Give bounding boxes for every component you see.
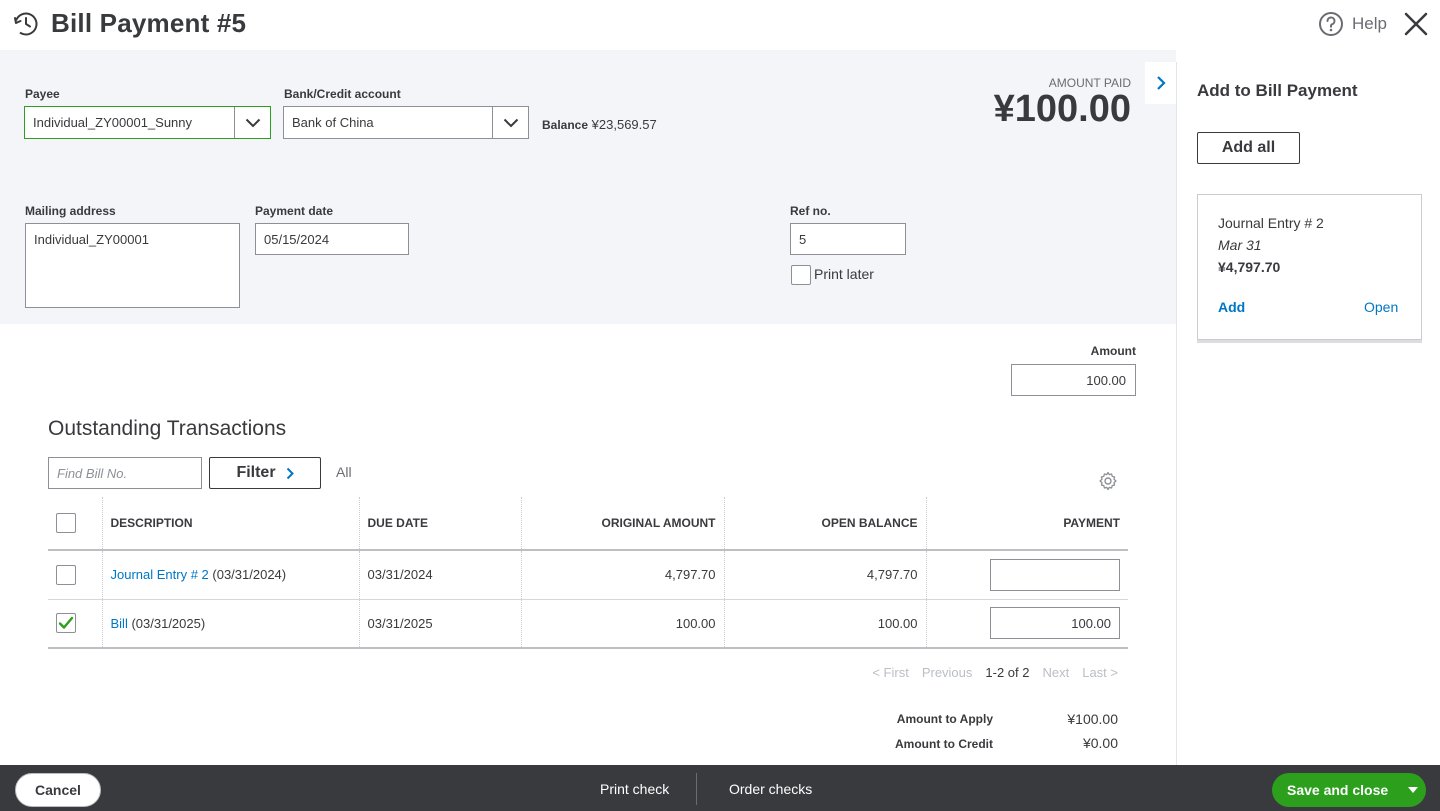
balance-value: ¥23,569.57 <box>591 117 657 132</box>
help-label: Help <box>1352 14 1387 33</box>
outstanding-transactions-table: DESCRIPTION DUE DATE ORIGINAL AMOUNT OPE… <box>48 497 1128 649</box>
outstanding-transactions-title: Outstanding Transactions <box>48 417 287 440</box>
ref-no-field[interactable]: 5 <box>790 223 906 255</box>
gear-icon[interactable] <box>1098 471 1118 491</box>
select-all-checkbox[interactable] <box>56 513 76 533</box>
payee-value[interactable]: Individual_ZY00001_Sunny <box>25 107 234 138</box>
bank-dropdown-button[interactable] <box>492 107 528 138</box>
add-all-button[interactable]: Add all <box>1197 132 1300 164</box>
bank-account-select[interactable]: Bank of China <box>283 106 529 139</box>
card-add-link[interactable]: Add <box>1218 299 1245 315</box>
col-open-balance[interactable]: OPEN BALANCE <box>723 497 926 551</box>
amount-to-credit-label: Amount to Credit <box>895 737 993 751</box>
transaction-link[interactable]: Bill <box>111 616 128 631</box>
original-amount-cell: 100.00 <box>520 599 724 649</box>
payee-select[interactable]: Individual_ZY00001_Sunny <box>24 106 271 139</box>
col-payment[interactable]: PAYMENT <box>925 497 1128 551</box>
due-date-cell: 03/31/2024 <box>358 550 521 600</box>
row-checkbox-checked[interactable] <box>56 613 76 634</box>
cancel-button[interactable]: Cancel <box>15 773 101 807</box>
amount-to-apply-value: ¥100.00 <box>1067 711 1118 727</box>
help-button[interactable]: Help <box>1318 11 1387 37</box>
card-title: Journal Entry # 2 <box>1218 215 1324 231</box>
order-checks-button[interactable]: Order checks <box>729 781 812 797</box>
save-and-close-button[interactable]: Save and close <box>1272 773 1426 807</box>
pager-next[interactable]: Next <box>1042 665 1069 680</box>
payment-date-label: Payment date <box>255 204 334 218</box>
row-select-cell <box>48 550 102 600</box>
payment-cell <box>925 550 1128 600</box>
row-select-cell <box>48 599 102 649</box>
payment-input[interactable]: 100.00 <box>990 607 1120 640</box>
ref-no-label: Ref no. <box>790 204 831 218</box>
open-balance-cell: 100.00 <box>723 599 926 649</box>
table-header-row: DESCRIPTION DUE DATE ORIGINAL AMOUNT OPE… <box>48 497 1128 551</box>
print-later-label: Print later <box>814 266 874 282</box>
bank-label: Bank/Credit account <box>284 87 401 101</box>
description-date: (03/31/2025) <box>127 615 206 631</box>
pager-range: 1-2 of 2 <box>985 665 1030 680</box>
footer-bar <box>0 765 1440 811</box>
original-amount-cell: 4,797.70 <box>520 550 724 600</box>
pager-last[interactable]: Last > <box>1082 665 1118 680</box>
print-check-button[interactable]: Print check <box>600 781 669 797</box>
filter-status-all: All <box>336 464 352 480</box>
chevron-right-icon <box>286 467 294 479</box>
amount-paid-value: ¥100.00 <box>993 88 1131 130</box>
footer-divider <box>696 773 697 805</box>
save-options-dropdown[interactable] <box>1400 787 1426 793</box>
card-amount: ¥4,797.70 <box>1218 259 1281 275</box>
table-row: Journal Entry # 2 (03/31/2024) 03/31/202… <box>48 550 1128 600</box>
caret-down-icon <box>1408 787 1418 793</box>
col-due-date[interactable]: DUE DATE <box>358 497 521 551</box>
close-icon[interactable] <box>1402 10 1430 38</box>
amount-to-credit-value: ¥0.00 <box>1082 735 1118 751</box>
print-later-checkbox[interactable] <box>791 265 811 285</box>
page-title: Bill Payment #5 <box>51 8 247 38</box>
amount-to-apply-label: Amount to Apply <box>896 712 993 726</box>
card-open-link[interactable]: Open <box>1364 299 1398 315</box>
transaction-link[interactable]: Journal Entry # 2 <box>111 567 209 582</box>
pagination: < First Previous 1-2 of 2 Next Last > <box>860 665 1118 680</box>
payee-label: Payee <box>25 87 60 101</box>
payee-dropdown-button[interactable] <box>234 107 270 138</box>
amount-label: Amount <box>1090 344 1136 358</box>
amount-field[interactable]: 100.00 <box>1011 364 1136 396</box>
payment-input[interactable] <box>990 558 1120 591</box>
chevron-down-icon <box>503 118 518 127</box>
add-to-bill-payment-panel <box>1176 62 1440 765</box>
balance-display: Balance ¥23,569.57 <box>542 117 657 132</box>
bank-account-value[interactable]: Bank of China <box>284 107 492 138</box>
help-icon <box>1319 12 1343 36</box>
card-date: Mar 31 <box>1218 237 1262 253</box>
find-bill-input[interactable]: Find Bill No. <box>48 457 202 489</box>
chevron-down-icon <box>245 118 260 127</box>
col-description[interactable]: DESCRIPTION <box>101 497 359 551</box>
filter-label: Filter <box>236 464 276 481</box>
mailing-address-field[interactable]: Individual_ZY00001 <box>25 223 240 308</box>
pager-first[interactable]: < First <box>872 665 908 680</box>
checkmark-icon <box>58 617 74 629</box>
mailing-address-label: Mailing address <box>25 204 116 218</box>
col-original-amount[interactable]: ORIGINAL AMOUNT <box>520 497 724 551</box>
select-all-cell <box>48 497 102 551</box>
pager-previous[interactable]: Previous <box>922 665 973 680</box>
recent-transactions-icon[interactable] <box>12 10 40 38</box>
save-and-close-label[interactable]: Save and close <box>1272 782 1400 798</box>
payment-cell: 100.00 <box>925 599 1128 649</box>
collapse-panel-button[interactable] <box>1145 62 1176 104</box>
due-date-cell: 03/31/2025 <box>358 599 521 649</box>
open-balance-cell: 4,797.70 <box>723 550 926 600</box>
table-row: Bill (03/31/2025) 03/31/2025 100.00 100.… <box>48 599 1128 649</box>
side-panel-title: Add to Bill Payment <box>1197 81 1358 100</box>
description-cell: Journal Entry # 2 (03/31/2024) <box>101 550 359 600</box>
row-checkbox[interactable] <box>56 564 76 585</box>
payment-date-field[interactable]: 05/15/2024 <box>255 223 409 255</box>
filter-button[interactable]: Filter <box>209 457 321 489</box>
chevron-right-icon <box>1156 76 1166 90</box>
balance-label: Balance <box>542 118 589 132</box>
description-date: (03/31/2024) <box>208 567 287 583</box>
description-cell: Bill (03/31/2025) <box>101 599 359 649</box>
